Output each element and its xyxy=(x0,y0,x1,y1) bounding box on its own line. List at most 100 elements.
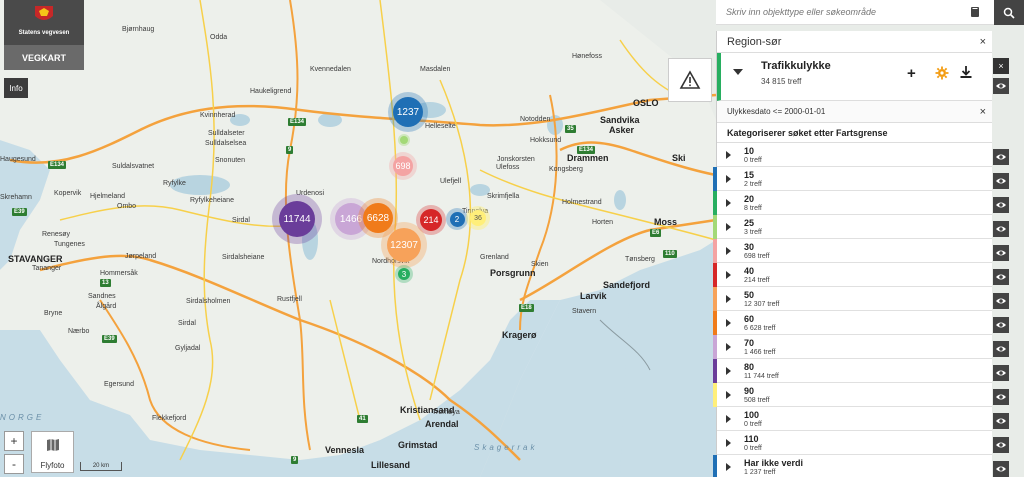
filter-close-icon[interactable]: × xyxy=(980,106,986,118)
category-hits: 11 744 treff xyxy=(744,373,779,380)
expand-triangle-icon[interactable] xyxy=(726,463,731,471)
category-eye-icon[interactable] xyxy=(993,293,1009,309)
road-shield-41: 41 xyxy=(357,415,368,423)
category-list: 10 0 treff 15 2 treff 20 8 treff 25 3 treff 30 69… xyxy=(713,143,992,477)
vegkart-button[interactable]: VEGKART xyxy=(4,45,84,70)
place-jorpeland: Jørpeland xyxy=(125,253,157,260)
place-snonuten: Snonuten xyxy=(215,157,245,164)
category-row[interactable]: 40 214 treff xyxy=(713,263,992,287)
download-icon[interactable] xyxy=(959,65,973,79)
category-row[interactable]: 100 0 treff xyxy=(717,407,992,431)
cluster-2[interactable]: 2 xyxy=(446,208,468,230)
aerial-photo-icon xyxy=(46,439,59,451)
category-eye-icon[interactable] xyxy=(993,389,1009,405)
place-ulefoss: Ulefoss xyxy=(496,164,520,171)
expand-triangle-icon[interactable] xyxy=(726,319,731,327)
category-row[interactable]: 10 0 treff xyxy=(717,143,992,167)
zoom-out-button[interactable]: - xyxy=(4,454,24,474)
expand-triangle-icon[interactable] xyxy=(726,439,731,447)
category-eye-icon[interactable] xyxy=(993,317,1009,333)
place-kvinnherad: Kvinnherad xyxy=(200,112,236,119)
category-eye-icon[interactable] xyxy=(993,461,1009,477)
category-row[interactable]: Har ikke verdi 1 237 treff xyxy=(713,455,992,477)
expand-triangle-icon[interactable] xyxy=(726,223,731,231)
search-button[interactable] xyxy=(994,0,1024,25)
flyfoto-button[interactable]: Flyfoto xyxy=(31,431,74,473)
layer-visibility-eye-icon[interactable] xyxy=(993,78,1009,94)
place-drammen: Drammen xyxy=(567,153,609,163)
expand-triangle-icon[interactable] xyxy=(726,271,731,279)
category-hits: 1 237 treff xyxy=(744,469,776,476)
cluster-25[interactable] xyxy=(398,134,410,146)
category-row[interactable]: 30 698 treff xyxy=(713,239,992,263)
category-eye-icon[interactable] xyxy=(993,221,1009,237)
place-hommersak: Hommersåk xyxy=(100,270,138,277)
expand-triangle-icon[interactable] xyxy=(726,199,731,207)
cluster-11744[interactable]: 11744 xyxy=(272,194,322,244)
cluster-36[interactable]: 36 xyxy=(466,206,490,230)
road-shield-13: 13 xyxy=(100,279,111,287)
road-shield-e18: E18 xyxy=(519,304,534,312)
category-eye-icon[interactable] xyxy=(993,365,1009,381)
place-porsgrunn: Porsgrunn xyxy=(490,268,536,278)
category-row[interactable]: 25 3 treff xyxy=(713,215,992,239)
category-eye-icon[interactable] xyxy=(993,437,1009,453)
expand-triangle-icon[interactable] xyxy=(726,295,731,303)
place-kongsberg: Kongsberg xyxy=(549,166,583,173)
category-row[interactable]: 60 6 628 treff xyxy=(713,311,992,335)
category-color-swatch xyxy=(713,143,717,167)
region-bar: Region-sør × xyxy=(717,31,992,53)
category-eye-icon[interactable] xyxy=(993,341,1009,357)
info-button[interactable]: Info xyxy=(4,78,28,98)
road-shield-9: 9 xyxy=(286,146,294,154)
category-eye-icon[interactable] xyxy=(993,149,1009,165)
expand-triangle-icon[interactable] xyxy=(726,175,731,183)
expand-triangle-icon[interactable] xyxy=(726,391,731,399)
warning-button[interactable] xyxy=(668,58,712,102)
add-icon[interactable]: + xyxy=(907,65,916,82)
place-sulldalseter: Sulldalseter xyxy=(208,130,245,137)
category-row[interactable]: 110 0 treff xyxy=(717,431,992,455)
category-color-swatch xyxy=(713,359,717,383)
category-eye-icon[interactable] xyxy=(993,269,1009,285)
category-eye-icon[interactable] xyxy=(993,197,1009,213)
category-color-swatch xyxy=(713,311,717,335)
place-ski: Ski xyxy=(672,153,686,163)
zoom-in-button[interactable]: + xyxy=(4,431,24,451)
category-color-swatch xyxy=(713,455,717,477)
search-input[interactable] xyxy=(716,7,956,17)
place-sirdal-2: Sirdal xyxy=(232,217,250,224)
region-close-icon[interactable]: × xyxy=(980,36,986,48)
expand-triangle-icon[interactable] xyxy=(726,343,731,351)
category-row[interactable]: 15 2 treff xyxy=(713,167,992,191)
cluster-1237[interactable]: 1237 xyxy=(388,92,428,132)
place-algard: Ålgård xyxy=(96,303,117,310)
category-row[interactable]: 70 1 466 treff xyxy=(713,335,992,359)
category-eye-icon[interactable] xyxy=(993,173,1009,189)
category-row[interactable]: 90 508 treff xyxy=(713,383,992,407)
category-row[interactable]: 20 8 treff xyxy=(713,191,992,215)
category-row[interactable]: 50 12 307 treff xyxy=(713,287,992,311)
expand-triangle-icon[interactable] xyxy=(726,415,731,423)
statens-vegvesen-logo[interactable]: Statens vegvesen xyxy=(4,0,84,45)
category-eye-icon[interactable] xyxy=(993,413,1009,429)
expand-triangle-icon[interactable] xyxy=(726,367,731,375)
place-skagerrak: Skagerrak xyxy=(474,443,538,452)
place-skrimfjella: Skrimfjella xyxy=(487,193,520,200)
collapse-caret-icon[interactable] xyxy=(733,69,743,75)
book-icon[interactable] xyxy=(970,6,980,18)
cluster-3[interactable]: 3 xyxy=(395,265,413,283)
category-color-swatch xyxy=(713,407,717,431)
category-color-swatch xyxy=(713,239,717,263)
expand-triangle-icon[interactable] xyxy=(726,247,731,255)
layer-close-button[interactable]: × xyxy=(993,58,1009,74)
category-row[interactable]: 80 11 744 treff xyxy=(713,359,992,383)
category-eye-icon[interactable] xyxy=(993,245,1009,261)
expand-triangle-icon[interactable] xyxy=(726,151,731,159)
place-sandvika: Sandvika xyxy=(600,115,640,125)
gear-icon[interactable] xyxy=(935,66,949,80)
place-renesoy: Renesøy xyxy=(42,231,71,238)
cluster-698[interactable]: 698 xyxy=(389,152,417,180)
cluster-12307[interactable]: 12307 xyxy=(381,222,427,268)
road-shield-9-south: 9 xyxy=(291,456,299,464)
